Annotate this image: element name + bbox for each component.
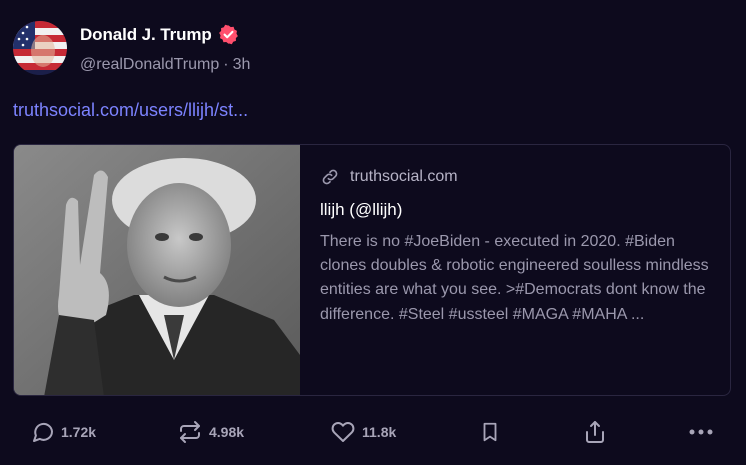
- reply-button[interactable]: 1.72k: [31, 420, 96, 444]
- reply-count: 1.72k: [61, 424, 97, 440]
- bookmark-icon: [483, 422, 497, 442]
- share-icon: [586, 421, 604, 443]
- card-description: There is no #JoeBiden - executed in 2020…: [320, 233, 709, 323]
- share-button[interactable]: [583, 420, 607, 444]
- card-title: llijh (@llijh): [320, 200, 403, 219]
- author-row: Donald J. Trump: [80, 24, 239, 45]
- chat-bubble-icon: [33, 422, 53, 442]
- author-handle[interactable]: @realDonaldTrump: [80, 56, 219, 74]
- card-domain-row: truthsocial.com: [320, 167, 720, 187]
- post: Donald J. Trump @realDonaldTrump · 3h tr…: [0, 0, 746, 465]
- retruth-button[interactable]: 4.98k: [177, 420, 244, 444]
- bookmark-button[interactable]: [479, 420, 501, 444]
- post-time[interactable]: 3h: [233, 56, 251, 74]
- card-thumbnail: [14, 145, 300, 395]
- action-bar: 1.72k 4.98k 11.8k: [0, 420, 746, 454]
- heart-icon: [331, 422, 355, 442]
- more-icon: [689, 429, 713, 435]
- card-body: truthsocial.com llijh (@llijh) There is …: [320, 167, 720, 327]
- retruth-icon: [180, 421, 200, 443]
- handle-row: @realDonaldTrump · 3h: [80, 56, 250, 74]
- more-options-button[interactable]: [688, 420, 714, 444]
- card-domain: truthsocial.com: [350, 168, 458, 185]
- like-button[interactable]: 11.8k: [330, 420, 396, 444]
- like-count: 11.8k: [362, 424, 397, 440]
- link-preview-card[interactable]: truthsocial.com llijh (@llijh) There is …: [13, 144, 731, 396]
- link-icon: [322, 169, 338, 185]
- verified-badge-icon: [218, 24, 238, 45]
- retruth-count: 4.98k: [209, 424, 245, 440]
- author-name[interactable]: Donald J. Trump: [80, 25, 212, 45]
- avatar[interactable]: [13, 21, 67, 75]
- separator-dot: ·: [223, 56, 229, 73]
- post-link[interactable]: truthsocial.com/users/llijh/st...: [13, 100, 248, 121]
